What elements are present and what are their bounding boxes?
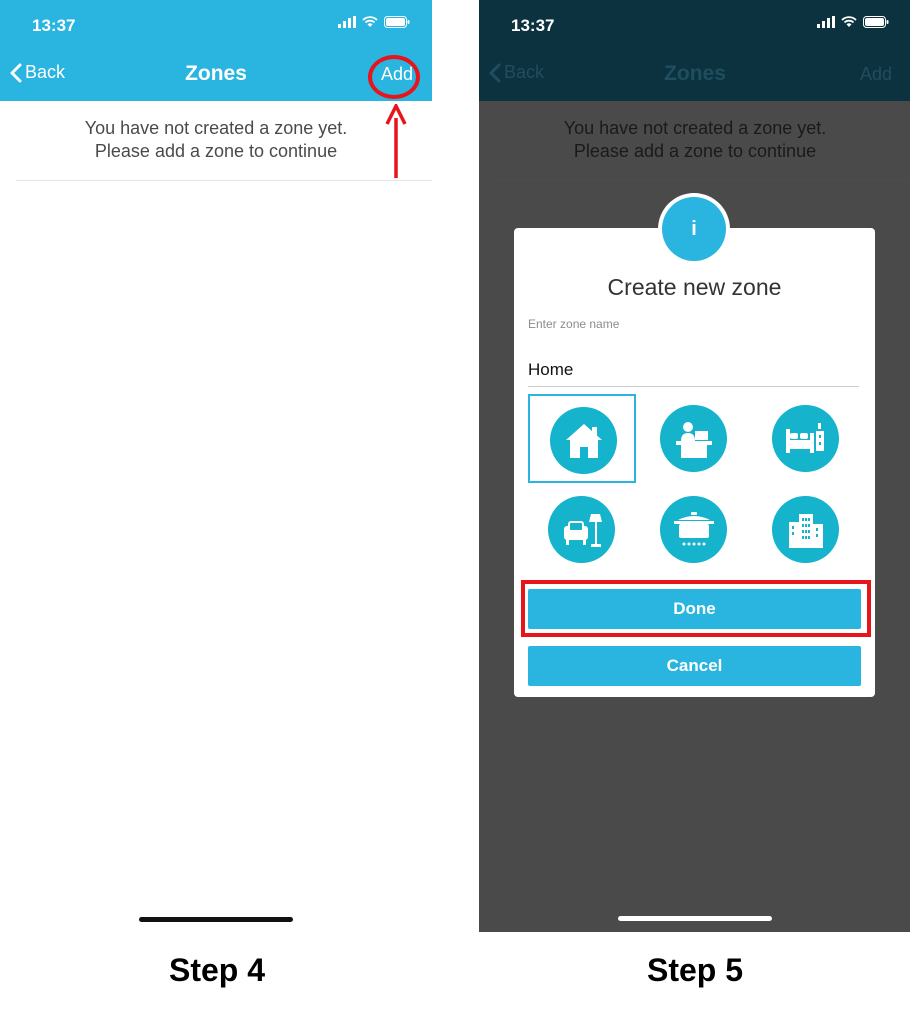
dialog-title: Create new zone [607,274,782,300]
divider [495,180,910,181]
done-button[interactable]: Done [528,589,861,629]
phone-screen-step-5: 13:37 Back Zones Add You have not create… [479,0,910,932]
signal-icon [817,16,835,28]
back-button[interactable]: Back [10,62,65,83]
empty-zones-message: You have not created a zone yet. Please … [0,117,432,163]
add-button: Add [859,64,892,84]
arrow-up-annotation [385,104,407,178]
wifi-icon [362,16,378,27]
cancel-button[interactable]: Cancel [528,646,861,686]
battery-icon [863,16,889,28]
zone-icon-option-home[interactable] [528,394,636,483]
status-icons [817,16,889,28]
zone-icon-option-building[interactable] [752,485,860,574]
message-line-1: You have not created a zone yet. [84,118,348,138]
chevron-left-icon [10,63,22,82]
divider [16,180,432,181]
zone-icon-option-bedroom[interactable] [752,394,860,483]
zone-icon-option-office[interactable] [640,394,748,483]
building-icon [772,496,839,563]
zone-name-input[interactable] [528,354,859,387]
phone-screen-step-4: 13:37 Back Zones Add You have not create… [0,0,432,932]
signal-icon [338,16,356,28]
bedroom-icon [772,405,839,472]
zone-icon-option-kitchen[interactable] [640,485,748,574]
status-icons [338,16,410,28]
back-label: Back [25,62,66,82]
message-line-2: Please add a zone to continue [573,141,817,161]
chevron-left-icon [489,63,501,82]
status-time: 13:37 [511,16,555,35]
step-4-label: Step 4 [168,952,266,988]
kitchen-icon [660,496,727,563]
home-icon [550,407,617,474]
empty-zones-message: You have not created a zone yet. Please … [479,117,910,163]
zone-name-label: Enter zone name [528,317,620,331]
office-icon [660,405,727,472]
nav-bar: Back Zones Add [479,50,910,101]
message-line-1: You have not created a zone yet. [563,118,827,138]
info-icon: i [662,197,726,261]
info-badge: i [658,193,730,265]
status-bar: 13:37 [0,0,432,50]
living-room-icon [548,496,615,563]
message-line-2: Please add a zone to continue [94,141,338,161]
zone-icon-option-living-room[interactable] [528,485,636,574]
status-time: 13:37 [32,16,76,35]
create-zone-dialog: Create new zone Enter zone name Home Don… [514,228,875,697]
home-indicator [139,917,293,922]
back-button: Back [489,62,544,83]
step-5-label: Step 5 [646,952,744,988]
highlight-circle-annotation [368,55,420,99]
home-indicator [618,916,772,921]
battery-icon [384,16,410,28]
wifi-icon [841,16,857,27]
status-bar: 13:37 [479,0,910,50]
back-label: Back [504,62,545,82]
